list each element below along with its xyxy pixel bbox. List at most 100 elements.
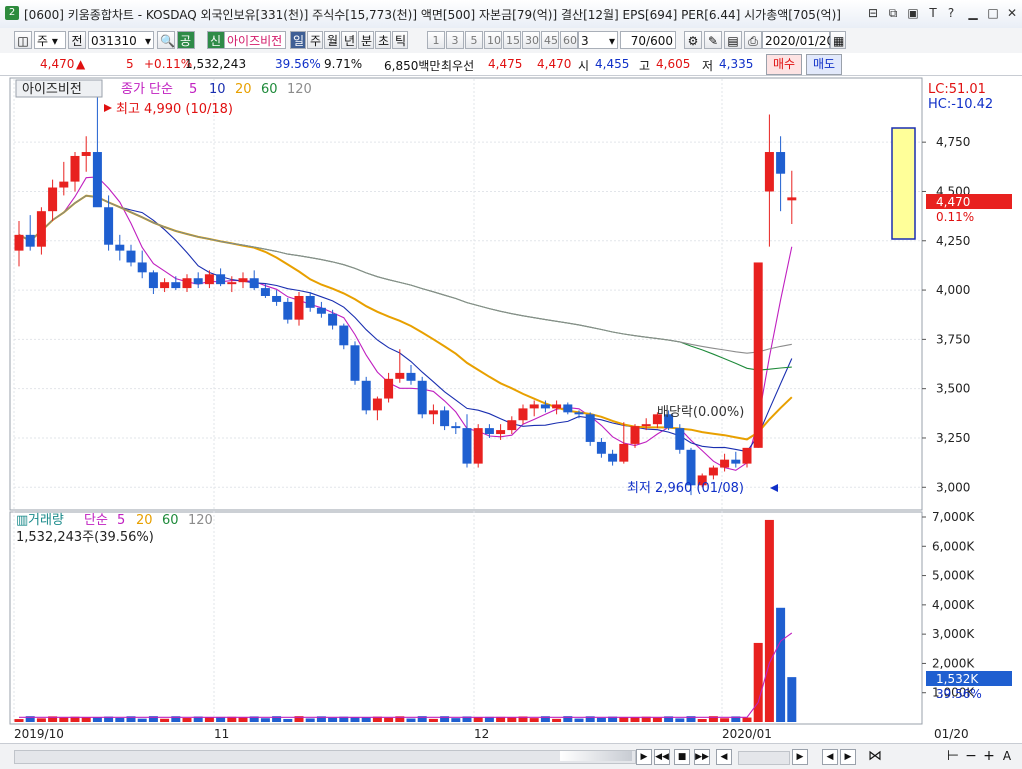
candle-body xyxy=(720,459,730,468)
sin-button[interactable]: 신 xyxy=(207,31,225,49)
candle-body xyxy=(552,404,562,409)
rewind-icon[interactable]: ◀◀ xyxy=(654,749,670,765)
volume-tick-label: 7,000K xyxy=(932,510,975,524)
volume-bar xyxy=(384,717,394,722)
low-annotation: 최저 2,960 (01/08) xyxy=(627,481,744,496)
price-tick-label: 3,750 xyxy=(936,332,970,346)
volume-bar xyxy=(697,718,707,722)
ask-price: 4,475 xyxy=(488,57,523,71)
settings-icon[interactable]: ⚙ xyxy=(684,31,702,49)
volume-tick-label: 5,000K xyxy=(932,569,975,583)
volume-bar xyxy=(574,718,584,722)
candle-body xyxy=(216,274,226,285)
zoom-out-icon[interactable]: − xyxy=(964,749,978,763)
candle-body xyxy=(372,398,382,411)
zoom-out-left-icon[interactable]: ◀ xyxy=(822,749,838,765)
volume-bar xyxy=(652,717,662,722)
open-label: 시 xyxy=(578,59,590,73)
scroll-left-icon[interactable]: ◀ xyxy=(716,749,732,765)
interval-button[interactable]: 3 xyxy=(446,31,464,49)
range-icon[interactable]: ⊢ xyxy=(946,749,960,763)
scroll-right-icon[interactable]: ▶ xyxy=(792,749,808,765)
quote-bar: 4,470 ▲ 5 +0.11% 1,532,243 39.56% 9.71% … xyxy=(0,53,1022,76)
candle-body xyxy=(260,288,270,296)
candle-body xyxy=(92,152,102,208)
interval-button[interactable]: 10 xyxy=(484,31,502,49)
candle-body xyxy=(204,274,214,285)
count-select[interactable]: 3 ▾ xyxy=(578,31,618,49)
volume-bar xyxy=(764,519,774,722)
candle-body xyxy=(171,282,181,289)
chart-scroll-bar[interactable]: ▶ ◀◀ ■ ▶▶ ◀ ▶ ◀ ▶ ⋈ ⊢ − + A xyxy=(0,743,1022,769)
layout-icon[interactable]: ⊟ xyxy=(864,5,882,21)
chart-type-icon[interactable]: ◫ xyxy=(14,31,32,49)
interval-button[interactable]: 45 xyxy=(541,31,559,49)
interval-button[interactable]: 60 xyxy=(560,31,578,49)
best-quote-label: 최우선 xyxy=(441,59,475,73)
candle-body xyxy=(104,207,114,245)
pin-icon[interactable]: ▣ xyxy=(904,5,922,21)
candle-body xyxy=(507,420,517,431)
interval-button[interactable]: 15 xyxy=(503,31,521,49)
text-tool-icon[interactable]: A xyxy=(1000,749,1014,763)
ma-legend-20: 20 xyxy=(235,82,252,97)
candle-body xyxy=(126,250,136,263)
print-icon[interactable]: ⎙ xyxy=(744,31,762,49)
change-value: 5 xyxy=(126,57,134,71)
minimize-button[interactable]: ▁ xyxy=(964,5,982,21)
volume-bar xyxy=(428,718,438,722)
popout-icon[interactable]: ⧉ xyxy=(884,5,902,21)
lc-value: LC:51.01 xyxy=(928,82,986,97)
close-button[interactable]: ✕ xyxy=(1003,5,1021,21)
period-button[interactable]: 월 xyxy=(324,31,340,49)
forward-icon[interactable]: ▶▶ xyxy=(694,749,710,765)
prev-button[interactable]: 전 xyxy=(68,31,86,49)
period-button[interactable]: 분 xyxy=(358,31,374,49)
maximize-button[interactable]: □ xyxy=(984,5,1002,21)
candle-body xyxy=(574,412,584,415)
market-type-select[interactable]: 주 ▾ xyxy=(34,31,66,49)
scroll-track[interactable] xyxy=(14,750,636,764)
period-button[interactable]: 틱 xyxy=(392,31,408,49)
period-button[interactable]: 주 xyxy=(307,31,323,49)
interval-button[interactable]: 5 xyxy=(465,31,483,49)
volume-legend-label: 거래량 xyxy=(28,513,64,528)
sell-button[interactable]: 매도 xyxy=(806,54,843,75)
title-bar: 2 [0600] 키움종합차트 - KOSDAQ 외국인보유[331(천)] 주… xyxy=(0,0,1022,29)
period-button[interactable]: 초 xyxy=(375,31,391,49)
stop-icon[interactable]: ■ xyxy=(674,749,690,765)
candle-body xyxy=(238,278,248,283)
fit-icon[interactable]: ⋈ xyxy=(868,749,882,763)
bid-price: 4,470 xyxy=(537,57,572,71)
save-icon[interactable]: ▤ xyxy=(724,31,742,49)
zoom-in-icon[interactable]: + xyxy=(982,749,996,763)
selection-box[interactable] xyxy=(891,127,916,240)
stock-chart[interactable]: 3,0003,2503,5003,7504,0004,2504,5004,750… xyxy=(0,75,1022,743)
current-volume-axis: 1,532K xyxy=(936,672,979,686)
volume-legend: ▥ xyxy=(16,513,28,528)
help-icon[interactable]: ? xyxy=(942,5,960,21)
date-field[interactable]: 2020/01/20 xyxy=(762,31,834,49)
gong-button[interactable]: 공 xyxy=(177,31,195,49)
buy-button[interactable]: 매수 xyxy=(766,54,803,75)
interval-button[interactable]: 1 xyxy=(427,31,445,49)
interval-button[interactable]: 30 xyxy=(522,31,540,49)
zoom-in-right-icon[interactable]: ▶ xyxy=(840,749,856,765)
scroll-thumb[interactable] xyxy=(560,751,632,761)
search-icon[interactable]: 🔍 xyxy=(157,31,175,49)
period-button[interactable]: 년 xyxy=(341,31,357,49)
candle-body xyxy=(641,424,651,427)
volume-bar xyxy=(115,717,125,722)
tools-icon[interactable]: ✎ xyxy=(704,31,722,49)
count-field[interactable]: 70/600 xyxy=(620,31,676,49)
candle-body xyxy=(585,414,595,442)
calendar-icon[interactable]: ▦ xyxy=(830,31,846,49)
stock-code-input[interactable]: 031310 ▾ xyxy=(88,31,154,49)
zoom-track[interactable] xyxy=(738,751,790,765)
play-icon[interactable]: ▶ xyxy=(636,749,652,765)
text-icon[interactable]: T xyxy=(924,5,942,21)
candle-body xyxy=(115,244,125,251)
ma-legend-120: 120 xyxy=(287,82,312,97)
volume-bar xyxy=(675,718,685,722)
period-button[interactable]: 일 xyxy=(290,31,306,49)
